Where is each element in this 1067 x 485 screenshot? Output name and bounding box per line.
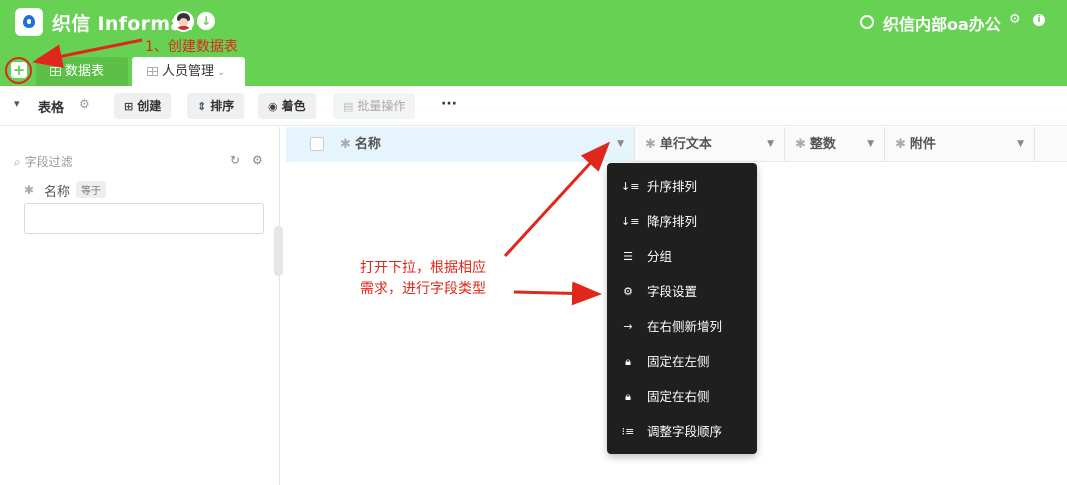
menu-item-label: 调整字段顺序 bbox=[647, 424, 723, 439]
menu-item-sort-descending[interactable]: ↓≡ 降序排列 bbox=[607, 204, 757, 239]
column-title: ✱ 整数 bbox=[795, 127, 836, 162]
menu-item-label: 在右侧新增列 bbox=[647, 319, 723, 334]
eye-icon: ◉ bbox=[268, 100, 278, 113]
sort-icon: ⇕ bbox=[197, 100, 207, 113]
column-label: 名称 bbox=[354, 137, 381, 152]
select-all-checkbox[interactable] bbox=[310, 137, 324, 151]
sort-button[interactable]: ⇕ 排序 bbox=[187, 93, 245, 119]
filter-operator[interactable]: 等于 bbox=[76, 181, 106, 198]
group-list-icon: ☰ bbox=[623, 250, 633, 263]
menu-item-pin-right[interactable]: 🔒︎ 固定在右侧 bbox=[607, 379, 757, 414]
view-settings-icon[interactable]: ⚙ bbox=[79, 97, 90, 111]
refresh-icon[interactable]: ↻ bbox=[230, 153, 240, 167]
more-button[interactable]: ··· bbox=[441, 96, 457, 112]
column-label: 附件 bbox=[909, 137, 936, 152]
asterisk-icon: ✱ bbox=[645, 137, 656, 152]
column-title: ✱ 单行文本 bbox=[645, 127, 712, 162]
info-icon[interactable]: i bbox=[1033, 14, 1045, 26]
menu-item-label: 字段设置 bbox=[647, 284, 698, 299]
column-label: 单行文本 bbox=[659, 137, 712, 152]
download-icon[interactable]: ↓ bbox=[197, 12, 215, 30]
column-header-single-line-text[interactable]: ✱ 单行文本 ▼ bbox=[635, 127, 785, 162]
filter-sidebar: ⌕ 字段过滤 ↻ ⚙ ✱ 名称 等于 bbox=[0, 127, 280, 485]
menu-item-label: 固定在左侧 bbox=[647, 354, 710, 369]
arrow-right-icon: → bbox=[623, 320, 633, 333]
table-icon bbox=[50, 67, 61, 76]
asterisk-icon: ✱ bbox=[795, 137, 806, 152]
plus-icon: ⊞ bbox=[124, 100, 134, 113]
annotation-circle bbox=[5, 57, 32, 84]
asterisk-icon: ✱ bbox=[340, 137, 351, 152]
column-header-integer[interactable]: ✱ 整数 ▼ bbox=[785, 127, 885, 162]
column-title: ✱ 附件 bbox=[895, 127, 936, 162]
toolbar: ▾ 表格 ⚙ ⊞ 创建 ⇕ 排序 ◉ 着色 ▤ 批量操作 ··· bbox=[0, 86, 1067, 126]
gear-icon[interactable]: ⚙ bbox=[252, 153, 263, 167]
sort-descending-icon: ↓≡ bbox=[621, 215, 640, 228]
color-button[interactable]: ◉ 着色 bbox=[258, 93, 316, 119]
chevron-down-icon[interactable]: ⌄ bbox=[217, 67, 225, 78]
caret-down-icon[interactable]: ▼ bbox=[1017, 127, 1024, 162]
caret-down-icon[interactable]: ▼ bbox=[617, 127, 624, 162]
menu-item-label: 降序排列 bbox=[647, 214, 698, 229]
annotation-line: 需求，进行字段类型 bbox=[360, 281, 486, 297]
view-label[interactable]: 表格 bbox=[38, 97, 64, 116]
menu-item-field-settings[interactable]: ⚙ 字段设置 bbox=[607, 274, 757, 309]
annotation-line: 打开下拉，根据相应 bbox=[360, 260, 486, 276]
tab-data-table[interactable]: 数据表 bbox=[36, 57, 128, 86]
table-icon bbox=[147, 67, 158, 76]
chevron-down-icon[interactable]: ▾ bbox=[14, 97, 20, 110]
caret-down-icon[interactable]: ▼ bbox=[867, 127, 874, 162]
menu-item-sort-ascending[interactable]: ↓≡ 升序排列 bbox=[607, 169, 757, 204]
filter-value-input[interactable] bbox=[24, 203, 264, 234]
filter-title-label: 字段过滤 bbox=[24, 155, 73, 169]
app-title: 织信 Informat bbox=[52, 13, 193, 35]
menu-item-label: 升序排列 bbox=[647, 179, 698, 194]
reorder-list-icon: ⁝≡ bbox=[621, 425, 635, 438]
column-label: 整数 bbox=[809, 137, 836, 152]
menu-item-label: 固定在右侧 bbox=[647, 389, 710, 404]
annotation-arrow bbox=[503, 141, 611, 258]
color-label: 着色 bbox=[281, 99, 306, 113]
tab-label: 数据表 bbox=[65, 64, 105, 79]
filter-title: ⌕ 字段过滤 bbox=[14, 153, 73, 170]
tab-label: 人员管理 bbox=[162, 64, 215, 79]
column-title: ✱ 名称 bbox=[340, 127, 381, 162]
lock-icon: 🔒︎ bbox=[625, 355, 631, 368]
annotation-step2: 打开下拉，根据相应 需求，进行字段类型 bbox=[360, 258, 486, 300]
app-logo[interactable] bbox=[15, 8, 43, 36]
tab-people-management[interactable]: 人员管理 ⌄ bbox=[132, 57, 245, 86]
filter-field-label: 名称 bbox=[44, 185, 71, 200]
sort-ascending-icon: ↓≡ bbox=[621, 180, 640, 193]
annotation-step1: 1、创建数据表 bbox=[145, 39, 238, 55]
avatar[interactable] bbox=[173, 11, 194, 32]
column-header-name[interactable]: ✱ 名称 ▼ bbox=[286, 127, 635, 162]
menu-item-group[interactable]: ☰ 分组 bbox=[607, 239, 757, 274]
asterisk-icon: ✱ bbox=[895, 137, 906, 152]
lock-icon: 🔒︎ bbox=[625, 390, 631, 403]
workspace-status-icon bbox=[860, 15, 874, 29]
annotation-arrow bbox=[513, 281, 602, 306]
sidebar-resize-handle[interactable] bbox=[274, 226, 283, 276]
search-icon: ⌕ bbox=[14, 155, 21, 169]
asterisk-icon: ✱ bbox=[24, 183, 35, 197]
menu-item-label: 分组 bbox=[647, 249, 673, 264]
create-label: 创建 bbox=[137, 99, 162, 113]
menu-item-add-column-right[interactable]: → 在右侧新增列 bbox=[607, 309, 757, 344]
workspace-name[interactable]: 织信内部oa办公 bbox=[883, 11, 1001, 35]
menu-item-pin-left[interactable]: 🔒︎ 固定在左侧 bbox=[607, 344, 757, 379]
column-dropdown-menu: ↓≡ 升序排列 ↓≡ 降序排列 ☰ 分组 ⚙ 字段设置 → 在右侧新增列 🔒︎ 固定在左侧 … bbox=[607, 163, 757, 454]
gear-icon[interactable]: ⚙ bbox=[1009, 12, 1021, 27]
create-button[interactable]: ⊞ 创建 bbox=[114, 93, 172, 119]
batch-operation-button[interactable]: ▤ 批量操作 bbox=[333, 93, 416, 119]
sort-label: 排序 bbox=[210, 99, 235, 113]
gear-icon: ⚙ bbox=[623, 285, 633, 298]
caret-down-icon[interactable]: ▼ bbox=[767, 127, 774, 162]
column-header-attachment[interactable]: ✱ 附件 ▼ bbox=[885, 127, 1035, 162]
batch-icon: ▤ bbox=[343, 100, 354, 113]
grid-header: ✱ 名称 ▼ ✱ 单行文本 ▼ ✱ 整数 ▼ ✱ 附件 ▼ bbox=[286, 127, 1067, 162]
batch-label: 批量操作 bbox=[357, 99, 406, 113]
menu-item-reorder-fields[interactable]: ⁝≡ 调整字段顺序 bbox=[607, 414, 757, 449]
